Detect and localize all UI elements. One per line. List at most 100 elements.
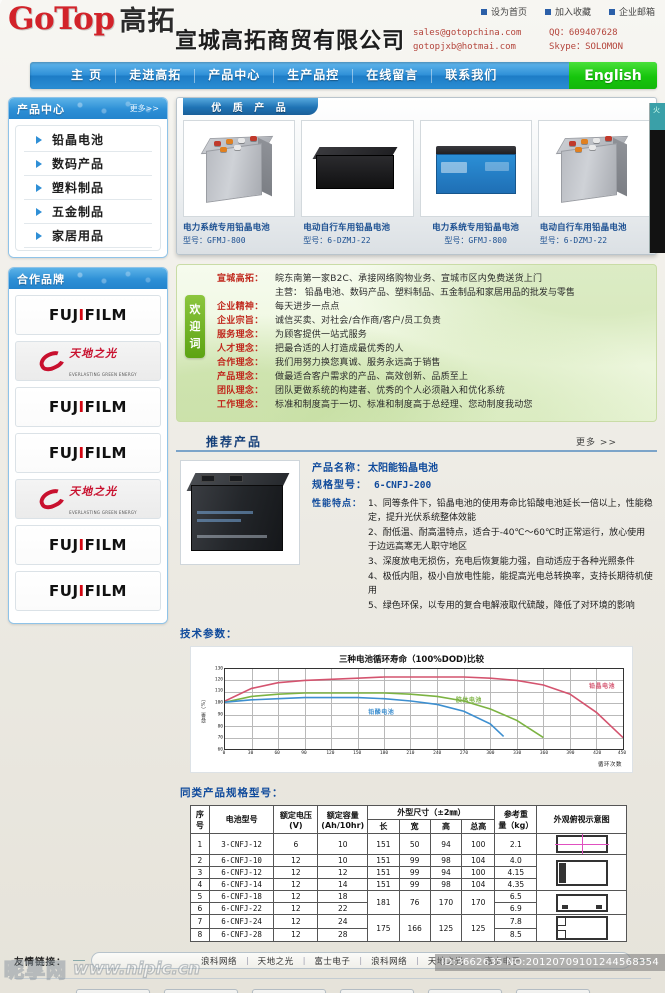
table-row: 5 6-CNFJ-18 12 18 181 76 170 170 6.5	[190, 890, 627, 915]
cell-weight: 4.35	[494, 878, 538, 891]
welcome-row: 宣城高拓： 皖东南第一家B2C、承接网络购物业务、宣城市区内免费送货上门	[217, 272, 648, 286]
cell-index: 8	[190, 927, 210, 942]
footer-nav-about[interactable]: 走进高拓	[163, 989, 238, 993]
showcase-product-card[interactable]: 电力系统专用铅晶电池 型号：GFMJ-800	[419, 120, 532, 246]
product-center-more-link[interactable]: 更多>>	[130, 103, 159, 114]
showcase-product-card[interactable]: 电动自行车用铅晶电池 型号：6-DZMJ-22	[301, 120, 414, 246]
brand-logo-fujifilm[interactable]: FUJIFILM	[15, 387, 161, 427]
nav-item-home[interactable]: 主 页	[58, 62, 115, 89]
recommended-product-image[interactable]	[180, 460, 300, 565]
friend-link[interactable]: 浪科网络	[371, 955, 407, 967]
footer-nav-message[interactable]: 在线留言	[427, 989, 502, 993]
sales-email[interactable]: sales@gotopchina.com	[413, 26, 535, 40]
battery-topview-diagram	[555, 916, 608, 940]
showcase-product-card[interactable]: 电力系统专用铅晶电池 型号：GFMJ-800	[183, 120, 296, 246]
friend-link[interactable]: 浪科网络	[201, 955, 237, 967]
welcome-key: 产品理念：	[217, 372, 264, 382]
language-switch-english[interactable]: English	[569, 62, 657, 89]
battery-illustration-grey	[200, 133, 278, 205]
footer-divider	[14, 978, 651, 979]
friend-links-pill: 浪科网络 | 天地之光 | 富士电子 | 浪科网络 | 天地之光 | 富士电子	[90, 952, 631, 969]
chart-x-axis-label: 循环次数	[597, 762, 622, 768]
main-column: 优 质 产 品 电力系统专用铅晶电池 型号：GFMJ-800 电动自行车用铅晶电…	[176, 97, 657, 942]
welcome-value: 标准和制度高于一切、标准和制度高于总经理、您动制度我动您	[275, 400, 533, 410]
qq-number: QQ：609407628	[549, 28, 618, 38]
triangle-right-icon	[36, 207, 42, 216]
cell-model: 3-CNFJ-12	[208, 833, 275, 855]
secondary-email[interactable]: gotopjxb@hotmai.com	[413, 40, 535, 54]
header-utility-links: 设为首页 加入收藏 企业邮箱	[480, 5, 655, 18]
divider-line	[72, 960, 85, 961]
friend-link[interactable]: 天地之光	[258, 955, 294, 967]
company-name: 宣城高拓商贸有限公司	[175, 29, 406, 54]
tdzg-label-cn: 天地之光	[69, 485, 118, 498]
fujifilm-wordmark: FUJIFILM	[49, 444, 127, 462]
x-tick: 90	[301, 751, 307, 756]
chart-title: 三种电池循环寿命（100%DOD)比较	[339, 655, 484, 665]
product-model-key: 规格型号：	[312, 480, 367, 491]
add-favorite-link[interactable]: 加入收藏	[544, 5, 591, 18]
cell-width: 99	[398, 878, 431, 891]
footer-nav-contact[interactable]: 联系我们	[515, 989, 590, 993]
cell-width: 99	[398, 866, 431, 879]
sidebar-item-household-goods[interactable]: 家居用品	[24, 224, 152, 248]
chart-x-ticks: 0 30 60 90 120 150 180 210 240 270 300 3…	[223, 750, 626, 759]
th-width: 宽	[398, 819, 431, 834]
footer-nav-home[interactable]: 主 页	[75, 989, 150, 993]
x-tick: 420	[593, 751, 602, 756]
spec-table-label: 同类产品规格型号：	[180, 787, 284, 799]
welcome-row: 合作理念： 我们用努力换您真诚、服务永远高于销售	[217, 356, 648, 370]
site-logo[interactable]: GoTop 高拓	[8, 4, 176, 36]
brand-logo-everlasting-green-energy[interactable]: 天地之光 EVERLASTING GREEN ENERGY	[15, 341, 161, 381]
nav-item-quality[interactable]: 生产品控	[274, 62, 352, 89]
showcase-product-card[interactable]: 电动自行车用铅晶电池 型号：6-DZMJ-22	[537, 120, 650, 246]
product-name: 电动自行车用铅晶电池	[539, 223, 627, 233]
recommended-product-detail: 产品名称： 太阳能铅晶电池 规格型号： 6-CNFJ-200 性能特点： 1、同…	[176, 452, 657, 614]
x-tick: 330	[513, 751, 522, 756]
friend-link[interactable]: 富士电子	[314, 955, 350, 967]
product-name: 电力系统专用铅晶电池	[432, 223, 520, 233]
company-mail-link[interactable]: 企业邮箱	[608, 5, 655, 18]
brand-logo-everlasting-green-energy[interactable]: 天地之光 EVERLASTING GREEN ENERGY	[15, 479, 161, 519]
friend-link[interactable]: 富士电子	[485, 955, 521, 967]
brand-logo-fujifilm[interactable]: FUJIFILM	[15, 295, 161, 335]
footer-nav-quality[interactable]: 生产品控	[339, 989, 414, 993]
cell-total-height: 104	[461, 878, 496, 891]
sidebar-item-plastic-products[interactable]: 塑料制品	[24, 176, 152, 200]
cell-weight: 4.15	[494, 866, 538, 879]
chart-annotation-gel: 胶体电池	[455, 696, 482, 704]
welcome-key: 宣城高拓：	[217, 274, 264, 284]
sidebar-item-digital-products[interactable]: 数码产品	[24, 152, 152, 176]
nav-item-about[interactable]: 走进高拓	[116, 62, 194, 89]
nav-item-contact[interactable]: 联系我们	[432, 62, 510, 89]
y-tick: 110	[214, 688, 223, 694]
sidebar-item-lead-crystal-battery[interactable]: 铅晶电池	[24, 128, 152, 152]
cell-model: 6-CNFJ-14	[208, 878, 275, 891]
welcome-key: 团队理念：	[217, 386, 264, 396]
brand-logo-fujifilm[interactable]: FUJIFILM	[15, 525, 161, 565]
cell-height: 94	[429, 866, 463, 879]
x-tick: 180	[379, 751, 389, 756]
cell-voltage: 12	[273, 927, 319, 942]
sidebar-item-hardware-products[interactable]: 五金制品	[24, 200, 152, 224]
product-center-panel: 产品中心 更多>> 铅晶电池 数码产品 塑料制品 五金制品 家居用品	[8, 97, 168, 258]
swoosh-icon	[36, 347, 68, 375]
series-line-lead-crystal	[225, 677, 623, 738]
cell-height: 98	[429, 878, 463, 891]
cell-diagram	[536, 833, 627, 855]
set-homepage-link[interactable]: 设为首页	[480, 5, 527, 18]
nav-item-message[interactable]: 在线留言	[353, 62, 431, 89]
th-weight: 参考重 量（kg）	[494, 805, 538, 834]
recommended-more-link[interactable]: 更多 >>	[576, 435, 657, 448]
nav-item-products[interactable]: 产品中心	[195, 62, 273, 89]
chart-plot-area: 容量（%） 60 70 80 90 100 110 120 130 铅晶电池 胶…	[199, 666, 624, 753]
welcome-key: 服务理念：	[217, 330, 264, 340]
product-center-body: 铅晶电池 数码产品 塑料制品 五金制品 家居用品	[9, 119, 167, 257]
friend-link[interactable]: 天地之光	[428, 955, 464, 967]
welcome-row: 团队理念： 团队更做系统的构建者、优秀的个人必须融入和优化系统	[217, 384, 648, 398]
contact-row: gotopjxb@hotmai.com Skype：SOLOMON	[413, 40, 657, 54]
brand-logo-fujifilm[interactable]: FUJIFILM	[15, 571, 161, 611]
cell-width: 76	[398, 890, 431, 915]
footer-nav-products[interactable]: 产品中心	[251, 989, 326, 993]
brand-logo-fujifilm[interactable]: FUJIFILM	[15, 433, 161, 473]
